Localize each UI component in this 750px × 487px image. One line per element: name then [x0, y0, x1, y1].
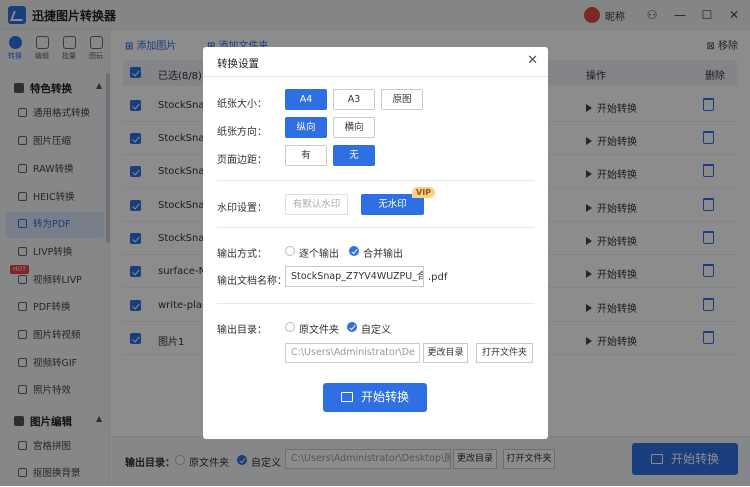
- paper-size-a3[interactable]: A3: [333, 89, 375, 110]
- dialog-open-folder-button[interactable]: 打开文件夹: [476, 343, 533, 363]
- divider: [203, 76, 548, 77]
- divider: [217, 180, 534, 181]
- radio-output-single[interactable]: [285, 246, 295, 256]
- paper-size-a4[interactable]: A4: [285, 89, 327, 110]
- watermark-label: 水印设置：: [217, 203, 267, 214]
- orientation-landscape[interactable]: 横向: [333, 117, 375, 138]
- button-label: 开始转换: [360, 390, 409, 404]
- vip-badge: VIP: [412, 187, 436, 198]
- paper-size-original[interactable]: 原图: [381, 89, 423, 110]
- output-merge-label: 合并输出: [363, 249, 403, 260]
- dialog-custom-folder-label: 自定义: [361, 325, 391, 336]
- dialog-change-dir-button[interactable]: 更改目录: [423, 343, 468, 363]
- dialog-output-path-input[interactable]: C:\Users\Administrator\De: [285, 343, 420, 363]
- convert-settings-dialog: 转换设置 ✕ 纸张大小： A4 A3 原图 纸张方向： 纵向 横向 页面边距： …: [203, 47, 548, 439]
- divider: [217, 303, 534, 304]
- filename-input[interactable]: StockSnap_Z7YV4WUZPU_合并: [285, 266, 424, 287]
- output-single-label: 逐个输出: [299, 249, 339, 260]
- divider: [217, 227, 534, 228]
- convert-icon: [340, 392, 353, 402]
- output-dir-label: 输出目录：: [217, 325, 267, 336]
- margin-yes[interactable]: 有: [285, 145, 327, 166]
- radio-dialog-original-folder[interactable]: [285, 322, 295, 332]
- dialog-start-convert-button[interactable]: 开始转换: [323, 383, 427, 412]
- margin-label: 页面边距：: [217, 155, 267, 166]
- paper-size-label: 纸张大小：: [217, 99, 267, 110]
- margin-no[interactable]: 无: [333, 145, 375, 166]
- output-mode-label: 输出方式：: [217, 249, 267, 260]
- dialog-title: 转换设置: [217, 58, 259, 70]
- dialog-original-folder-label: 原文件夹: [299, 325, 339, 336]
- filename-extension: .pdf: [428, 272, 448, 283]
- orientation-portrait[interactable]: 纵向: [285, 117, 327, 138]
- radio-dialog-custom-folder[interactable]: [347, 322, 357, 332]
- watermark-default-button[interactable]: 有默认水印: [285, 194, 348, 215]
- close-icon[interactable]: ✕: [527, 53, 538, 68]
- orientation-label: 纸张方向：: [217, 127, 267, 138]
- filename-label: 输出文档名称：: [217, 276, 287, 287]
- radio-output-merge[interactable]: [349, 246, 359, 256]
